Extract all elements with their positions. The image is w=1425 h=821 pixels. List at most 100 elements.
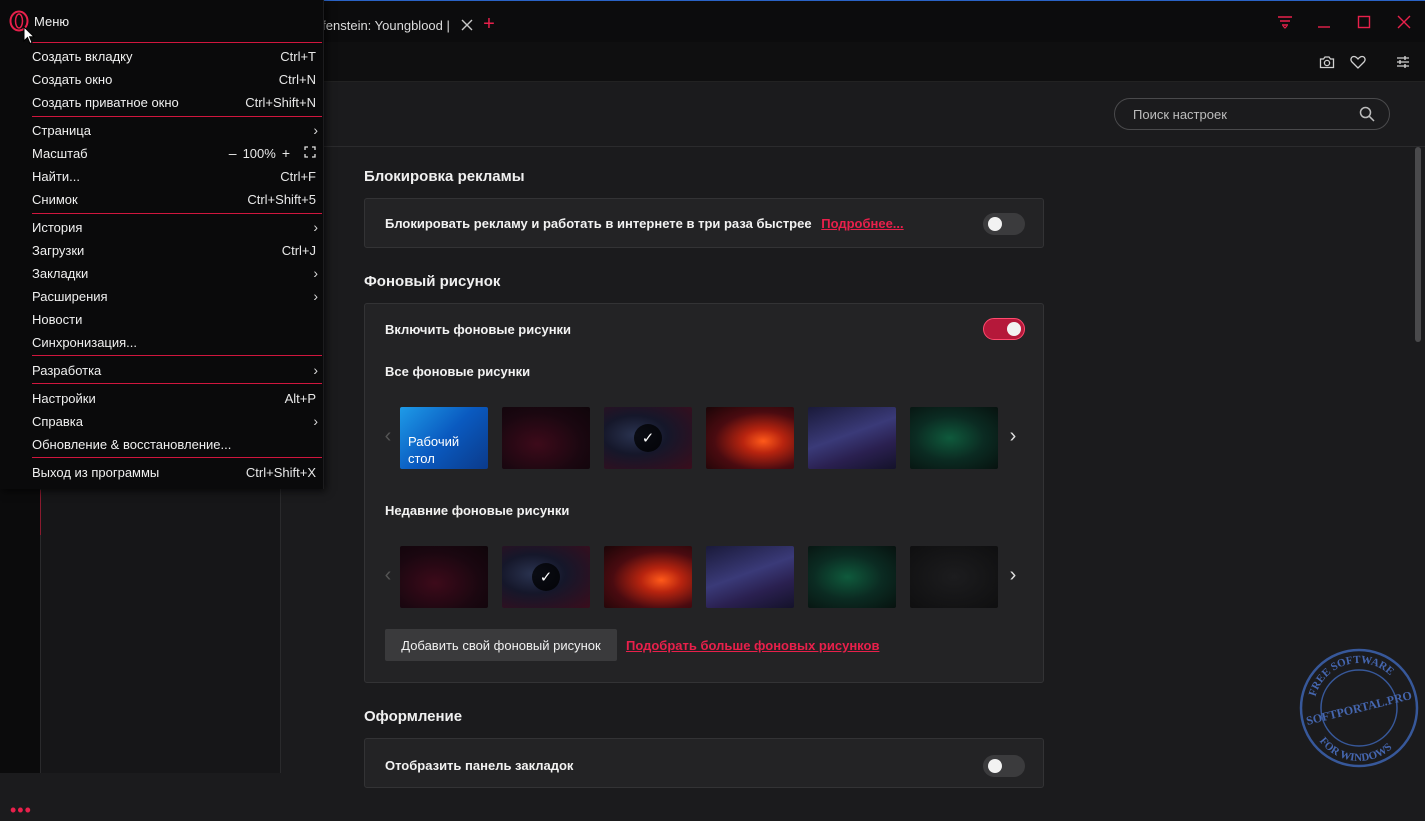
toggle-knob [988, 759, 1002, 773]
menu-item-label: Создать вкладку [32, 48, 133, 64]
chevron-right-icon: › [313, 288, 318, 304]
tab-active[interactable]: Wolfenstein: Youngblood | [300, 7, 476, 43]
toggle-knob [988, 217, 1002, 231]
menu-item-exit[interactable]: Выход из программы Ctrl+Shift+X [32, 462, 316, 482]
settings-search-input[interactable]: Поиск настроек [1114, 98, 1390, 130]
menu-item-label: Найти... [32, 168, 80, 184]
search-placeholder: Поиск настроек [1133, 106, 1227, 122]
more-wallpapers-link[interactable]: Подобрать больше фоновых рисунков [626, 638, 879, 653]
zoom-value: 100% [242, 145, 276, 161]
scrollbar-thumb[interactable] [1415, 147, 1421, 342]
checkmark-icon: ✓ [532, 563, 560, 591]
fullscreen-icon[interactable] [304, 145, 316, 161]
wallpaper-thumb[interactable] [400, 546, 488, 608]
menu-item-sync[interactable]: Синхронизация... [32, 332, 316, 352]
watermark-top-text: FREE SOFTWARE [1307, 654, 1396, 698]
menu-title: Меню [34, 13, 70, 29]
settings-main: Поиск настроек Блокировка рекламы Блокир… [281, 82, 1425, 788]
menu-item-label: Расширения [32, 288, 108, 304]
menu-item-label: Синхронизация... [32, 334, 138, 350]
camera-icon[interactable] [1318, 53, 1336, 71]
adblock-card: Блокировать рекламу и работать в интерне… [364, 198, 1044, 248]
menu-item-label: Страница [32, 122, 91, 138]
menu-item-label: Разработка [32, 362, 102, 378]
main-menu: Меню Создать вкладку Ctrl+T Создать окно C… [0, 0, 324, 489]
zoom-in-button[interactable]: + [282, 145, 290, 161]
menu-item-shortcut: Ctrl+J [281, 242, 316, 258]
menu-separator [32, 457, 322, 458]
menu-item-snapshot[interactable]: Снимок Ctrl+Shift+5 [32, 189, 316, 209]
menu-item-help[interactable]: Справка › [32, 411, 318, 431]
appearance-card: Отобразить панель закладок [364, 738, 1044, 788]
all-wallpapers-label: Все фоновые рисунки [385, 364, 531, 379]
menu-item-page[interactable]: Страница › [32, 120, 318, 140]
desktop-thumb-label: Рабочий стол [408, 434, 460, 466]
tab-close-icon[interactable] [458, 16, 476, 34]
recent-prev-chevron-icon[interactable]: ‹ [380, 565, 396, 585]
mouse-cursor-icon [23, 26, 35, 45]
wallpaper-thumb[interactable] [910, 407, 998, 469]
wallpaper-thumb[interactable] [910, 546, 998, 608]
menu-item-label: Настройки [32, 390, 96, 406]
wallpapers-title: Фоновый рисунок [364, 273, 501, 290]
wallpapers-toggle[interactable] [983, 318, 1025, 340]
easy-setup-icon[interactable] [1394, 53, 1412, 71]
toggle-knob [1007, 322, 1021, 336]
menu-item-new-tab[interactable]: Создать вкладку Ctrl+T [32, 46, 316, 66]
chevron-right-icon: › [313, 362, 318, 378]
checkmark-icon: ✓ [634, 424, 662, 452]
menu-item-zoom[interactable]: Масштаб – 100% + [32, 143, 316, 163]
menu-item-label: Закладки [32, 265, 89, 281]
menu-item-news[interactable]: Новости [32, 309, 316, 329]
recent-next-chevron-icon[interactable]: › [1005, 565, 1021, 585]
bookmarks-bar-toggle[interactable] [983, 755, 1025, 777]
chevron-right-icon: › [313, 265, 318, 281]
menu-item-extensions[interactable]: Расширения › [32, 286, 318, 306]
adblock-more-link[interactable]: Подробнее... [821, 216, 903, 231]
adblock-title: Блокировка рекламы [364, 168, 525, 185]
wallpaper-thumb-desktop[interactable]: Рабочий стол [400, 407, 488, 469]
wallpaper-thumb[interactable] [502, 407, 590, 469]
wallpaper-thumb[interactable] [808, 407, 896, 469]
all-next-chevron-icon[interactable]: › [1005, 426, 1021, 446]
menu-item-downloads[interactable]: Загрузки Ctrl+J [32, 240, 316, 260]
wallpaper-thumb-selected[interactable]: ✓ [604, 407, 692, 469]
menu-item-developer[interactable]: Разработка › [32, 360, 318, 380]
menu-item-label: Обновление & восстановление... [32, 436, 232, 452]
new-tab-plus-icon[interactable]: + [480, 14, 498, 34]
menu-item-shortcut: Ctrl+T [280, 48, 316, 64]
close-window-icon[interactable] [1392, 11, 1416, 33]
adblock-toggle[interactable] [983, 213, 1025, 235]
watermark-stamp: FREE SOFTWARE SOFTPORTAL.PRO FOR WINDOWS [1299, 648, 1419, 768]
tab-menu-icon[interactable] [1273, 11, 1297, 33]
menu-item-update-recovery[interactable]: Обновление & восстановление... [32, 434, 316, 454]
add-wallpaper-button[interactable]: Добавить свой фоновый рисунок [385, 629, 617, 661]
sidebar-more-icon[interactable]: ••• [10, 800, 32, 821]
menu-separator [32, 213, 322, 214]
maximize-icon[interactable] [1352, 11, 1376, 33]
header-divider [281, 146, 1425, 147]
menu-item-bookmarks[interactable]: Закладки › [32, 263, 318, 283]
menu-item-private-window[interactable]: Создать приватное окно Ctrl+Shift+N [32, 92, 316, 112]
menu-item-find[interactable]: Найти... Ctrl+F [32, 166, 316, 186]
wallpaper-thumb[interactable] [706, 407, 794, 469]
wallpaper-thumb[interactable] [808, 546, 896, 608]
heart-icon[interactable] [1349, 53, 1367, 71]
menu-item-history[interactable]: История › [32, 217, 318, 237]
wallpaper-thumb[interactable] [706, 546, 794, 608]
wallpaper-thumb-selected[interactable]: ✓ [502, 546, 590, 608]
zoom-out-button[interactable]: – [229, 145, 237, 161]
wallpaper-thumb[interactable] [604, 546, 692, 608]
menu-item-label: Снимок [32, 191, 78, 207]
menu-item-new-window[interactable]: Создать окно Ctrl+N [32, 69, 316, 89]
adblock-row: Блокировать рекламу и работать в интерне… [385, 216, 904, 231]
menu-header[interactable]: Меню [8, 8, 69, 34]
search-icon[interactable] [1359, 106, 1375, 122]
recent-wallpapers-strip: ✓ [400, 546, 1000, 608]
menu-separator [32, 42, 322, 43]
menu-item-label: Справка [32, 413, 83, 429]
menu-item-settings[interactable]: Настройки Alt+P [32, 388, 316, 408]
all-prev-chevron-icon[interactable]: ‹ [380, 426, 396, 446]
minimize-icon[interactable] [1312, 11, 1336, 33]
menu-item-label: Создать приватное окно [32, 94, 179, 110]
